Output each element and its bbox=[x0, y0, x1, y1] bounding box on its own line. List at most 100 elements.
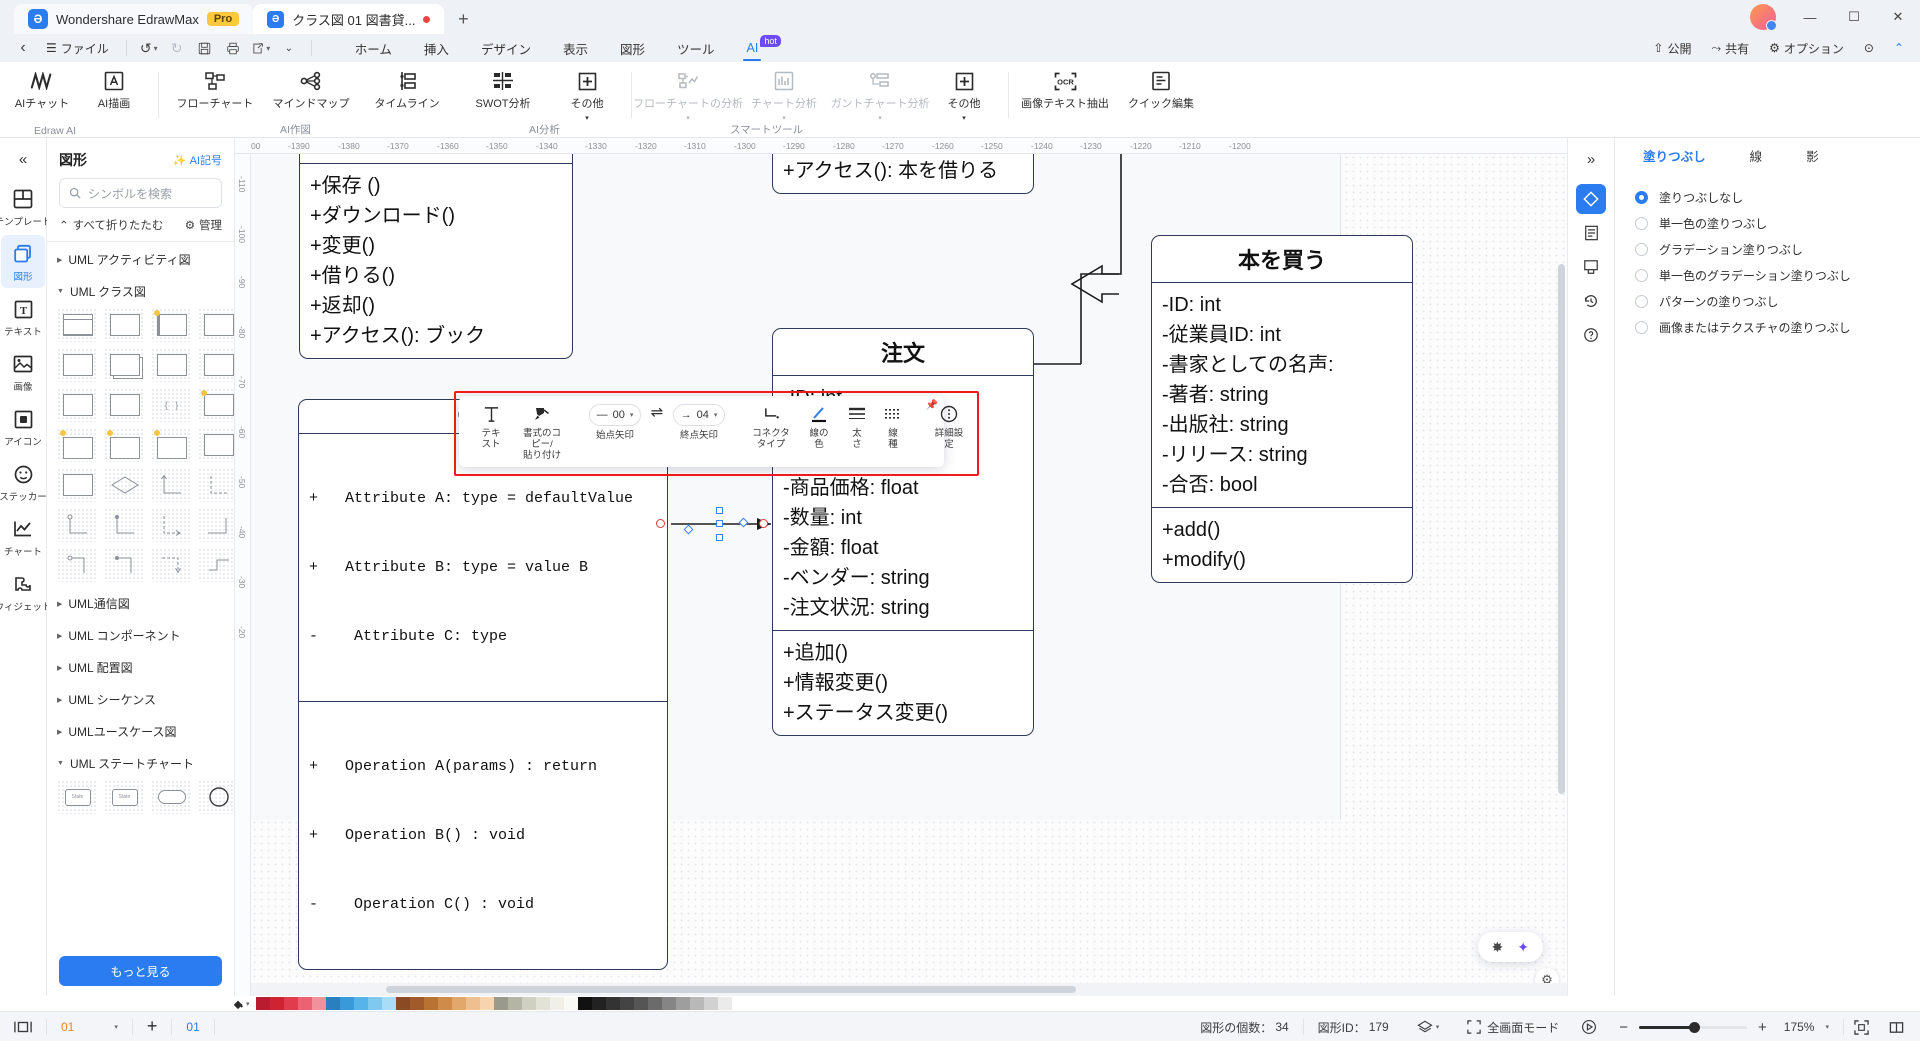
color-swatch[interactable] bbox=[592, 997, 606, 1010]
tab-ai[interactable]: AI hot bbox=[731, 34, 781, 62]
uml-order-class[interactable]: 注文 -ID: int -本を買うID: int -商品ID: int -商品価… bbox=[772, 328, 1034, 736]
color-swatch[interactable] bbox=[340, 997, 354, 1010]
color-swatch[interactable] bbox=[536, 997, 550, 1010]
flowchart-analysis-button[interactable]: フローチャートの分析 ▾ bbox=[633, 62, 743, 124]
more-diagram-button[interactable]: その他 ▾ bbox=[551, 62, 623, 124]
color-swatch[interactable] bbox=[480, 997, 494, 1010]
pin-icon[interactable]: 📌 bbox=[926, 400, 938, 411]
chart-analysis-button[interactable]: チャート分析 ▾ bbox=[736, 62, 832, 124]
color-swatch[interactable] bbox=[648, 997, 662, 1010]
fit-width-button[interactable] bbox=[1879, 1012, 1914, 1041]
tab-view[interactable]: 表示 bbox=[547, 34, 604, 62]
color-swatch[interactable] bbox=[578, 997, 592, 1010]
uml-buybook-class[interactable]: 本を買う -ID: int -従業員ID: int -書家としての名声: -著者… bbox=[1151, 235, 1413, 583]
color-swatch[interactable] bbox=[662, 997, 676, 1010]
page-selector[interactable]: 01 ▾ bbox=[47, 1012, 132, 1041]
tab-home[interactable]: ホーム bbox=[339, 34, 408, 62]
history-icon[interactable] bbox=[1576, 286, 1606, 316]
color-swatch[interactable] bbox=[690, 997, 704, 1010]
save-icon[interactable] bbox=[192, 36, 218, 60]
maximize-button[interactable]: ☐ bbox=[1832, 0, 1876, 34]
more-toolbar-icon[interactable]: ⌄ bbox=[276, 36, 302, 60]
ocr-button[interactable]: OCR 画像テキスト抽出 bbox=[1017, 62, 1113, 124]
vertical-ruler[interactable]: -110 -100 -90 -80 -70 -60 -50 -40 -30 -2… bbox=[235, 154, 251, 996]
sidebar-item-shapes[interactable]: 図形 bbox=[1, 235, 45, 288]
fill-option-pattern[interactable]: パターンの塗りつぶし bbox=[1615, 288, 1920, 314]
color-swatch[interactable] bbox=[466, 997, 480, 1010]
layer-icon[interactable] bbox=[1576, 252, 1606, 282]
sidebar-item-text[interactable]: T テキスト bbox=[1, 290, 45, 343]
connector-handle[interactable] bbox=[716, 520, 723, 527]
sidebar-item-image[interactable]: 画像 bbox=[1, 345, 45, 398]
color-swatch[interactable] bbox=[620, 997, 634, 1010]
color-swatch[interactable] bbox=[718, 997, 732, 1010]
tab-line[interactable]: 線 bbox=[1728, 138, 1785, 172]
shape-thumb[interactable] bbox=[57, 308, 98, 342]
line-weight-button[interactable]: 太さ bbox=[839, 402, 875, 452]
layers-button[interactable]: ▾ bbox=[1403, 1012, 1454, 1041]
sidebar-item-icon[interactable]: アイコン bbox=[1, 400, 45, 453]
color-swatch[interactable] bbox=[326, 997, 340, 1010]
color-swatch[interactable] bbox=[704, 997, 718, 1010]
fill-option-mono-gradient[interactable]: 単一色のグラデーション塗りつぶし bbox=[1615, 262, 1920, 288]
drawing-canvas[interactable]: +貸し出しの可否: bool +保存 () +ダウンロード() +変更() +借… bbox=[251, 154, 1567, 996]
end-arrow-selector[interactable]: → 04 ▾ 終点矢印 bbox=[667, 402, 731, 443]
page-setup-icon[interactable] bbox=[1576, 218, 1606, 248]
sidebar-item-chart[interactable]: チャート bbox=[1, 510, 45, 563]
shape-thumb[interactable] bbox=[104, 508, 145, 542]
shape-thumb[interactable] bbox=[198, 508, 234, 542]
ai-draw-button[interactable]: AI描画 bbox=[78, 62, 150, 124]
color-swatch[interactable] bbox=[354, 997, 368, 1010]
connector-start-point[interactable] bbox=[656, 519, 665, 528]
shape-thumb[interactable] bbox=[104, 428, 145, 462]
color-swatch[interactable] bbox=[452, 997, 466, 1010]
color-swatch[interactable] bbox=[270, 997, 284, 1010]
undo-icon[interactable]: ↺ ▾ bbox=[136, 36, 162, 60]
mindmap-button[interactable]: マインドマップ bbox=[263, 62, 359, 124]
category-uml-communication[interactable]: ▶ UML通信図 bbox=[47, 586, 234, 618]
shape-thumb[interactable] bbox=[151, 780, 192, 814]
connector-handle[interactable] bbox=[716, 507, 723, 514]
minimize-button[interactable]: — bbox=[1788, 0, 1832, 34]
ai-sparkle-icon[interactable]: ✦ bbox=[1517, 939, 1529, 956]
help-button[interactable]: ⊙ bbox=[1856, 36, 1882, 60]
shape-thumb[interactable] bbox=[57, 428, 98, 462]
add-page-button[interactable]: + bbox=[133, 1012, 172, 1041]
shape-thumb[interactable] bbox=[104, 548, 145, 582]
color-swatch[interactable] bbox=[508, 997, 522, 1010]
collapse-ribbon-button[interactable]: ⌃ bbox=[1886, 36, 1912, 60]
shape-thumb[interactable] bbox=[151, 508, 192, 542]
share-button[interactable]: ⤳ 共有 bbox=[1703, 36, 1757, 60]
color-swatch[interactable] bbox=[634, 997, 648, 1010]
shape-thumb[interactable]: { } bbox=[151, 388, 192, 422]
sidebar-item-widget[interactable]: ウィジェット bbox=[0, 565, 52, 618]
expand-panel-button[interactable]: » bbox=[1576, 144, 1606, 174]
shape-thumb[interactable] bbox=[104, 388, 145, 422]
color-swatch[interactable] bbox=[606, 997, 620, 1010]
zoom-slider-knob[interactable] bbox=[1689, 1021, 1701, 1033]
connector-handle[interactable] bbox=[716, 534, 723, 541]
page-tab-01[interactable]: 01 bbox=[172, 1012, 213, 1041]
brand-tab[interactable]: Ə Wondershare EdrawMax Pro bbox=[14, 4, 254, 34]
shape-thumb[interactable] bbox=[151, 348, 192, 382]
shape-thumb[interactable] bbox=[198, 548, 234, 582]
zoom-value[interactable]: 175% bbox=[1784, 1020, 1815, 1034]
shape-thumb[interactable] bbox=[104, 308, 145, 342]
start-arrow-selector[interactable]: — 00 ▾ 始点矢印 bbox=[583, 402, 647, 443]
shape-thumb[interactable] bbox=[151, 308, 192, 342]
ai-chat-button[interactable]: AIチャット bbox=[6, 62, 78, 124]
more-shapes-button[interactable]: もっと見る bbox=[59, 956, 222, 986]
connector-type-button[interactable]: コネクタタイプ bbox=[743, 402, 799, 452]
color-swatch[interactable] bbox=[676, 997, 690, 1010]
shape-thumb[interactable] bbox=[198, 468, 234, 502]
new-tab-button[interactable]: + bbox=[450, 6, 476, 32]
file-menu[interactable]: ☰ ファイル bbox=[38, 36, 117, 60]
document-tab[interactable]: Ə クラス図 01 図書貸... bbox=[253, 4, 445, 34]
swap-arrow-button[interactable]: ⇌ bbox=[647, 402, 667, 426]
color-swatch[interactable] bbox=[396, 997, 410, 1010]
back-icon[interactable]: ‹ bbox=[10, 36, 36, 60]
search-input[interactable]: シンボルを検索 bbox=[59, 178, 222, 208]
help-circle-icon[interactable] bbox=[1576, 320, 1606, 350]
collapse-all-button[interactable]: ⌃ すべて折りたたむ bbox=[59, 217, 163, 233]
uml-member-class[interactable]: +本を借りる +本を返す +アクセス(): 本を借りる bbox=[772, 154, 1034, 194]
